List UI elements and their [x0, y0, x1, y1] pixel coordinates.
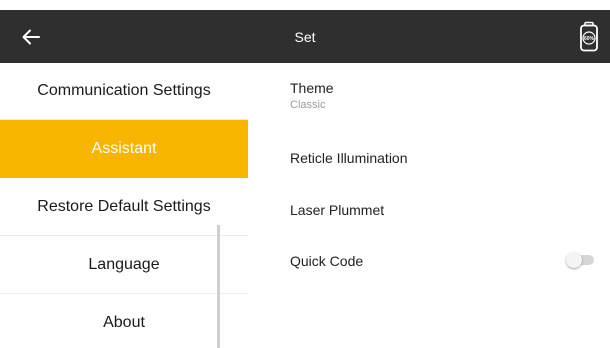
settings-panel: Theme Classic Reticle Illumination Laser…: [248, 63, 610, 348]
sidebar-item-restore-default-settings[interactable]: Restore Default Settings: [0, 178, 248, 236]
quick-code-toggle[interactable]: [566, 252, 596, 268]
settings-sidebar: Communication Settings Assistant Restore…: [0, 63, 248, 348]
reticle-illumination-label: Reticle Illumination: [290, 150, 408, 166]
sidebar-item-about[interactable]: About: [0, 294, 248, 348]
page-title: Set: [294, 28, 316, 45]
sidebar-item-language[interactable]: Language: [0, 236, 248, 294]
sidebar-item-label: Communication Settings: [37, 82, 211, 99]
sidebar-item-label: Restore Default Settings: [37, 197, 211, 215]
laser-plummet-label: Laser Plummet: [290, 202, 385, 218]
laser-plummet-setting[interactable]: Laser Plummet: [290, 202, 610, 218]
arrow-left-icon: [22, 29, 40, 45]
reticle-illumination-setting[interactable]: Reticle Illumination: [290, 150, 610, 166]
sidebar-item-assistant[interactable]: Assistant: [0, 120, 248, 178]
sidebar-scrollbar[interactable]: [217, 225, 220, 348]
back-button[interactable]: [16, 22, 46, 52]
toggle-knob: [566, 252, 582, 268]
quick-code-label: Quick Code: [290, 253, 364, 269]
theme-setting[interactable]: Theme Classic: [290, 80, 610, 111]
theme-value: Classic: [290, 99, 326, 111]
settings-screen: Set 60% Communication Settings Assistant…: [0, 0, 610, 348]
battery-icon: 60%: [579, 21, 599, 52]
quick-code-setting: Quick Code: [290, 252, 610, 269]
sidebar-item-communication-settings[interactable]: Communication Settings: [0, 63, 248, 120]
battery-level-label: 60%: [584, 36, 595, 42]
top-bar: Set 60%: [0, 10, 610, 63]
sidebar-item-label: Assistant: [91, 139, 157, 157]
sidebar-item-label: Language: [88, 255, 160, 273]
sidebar-item-label: About: [103, 313, 145, 331]
theme-label: Theme: [290, 80, 334, 96]
